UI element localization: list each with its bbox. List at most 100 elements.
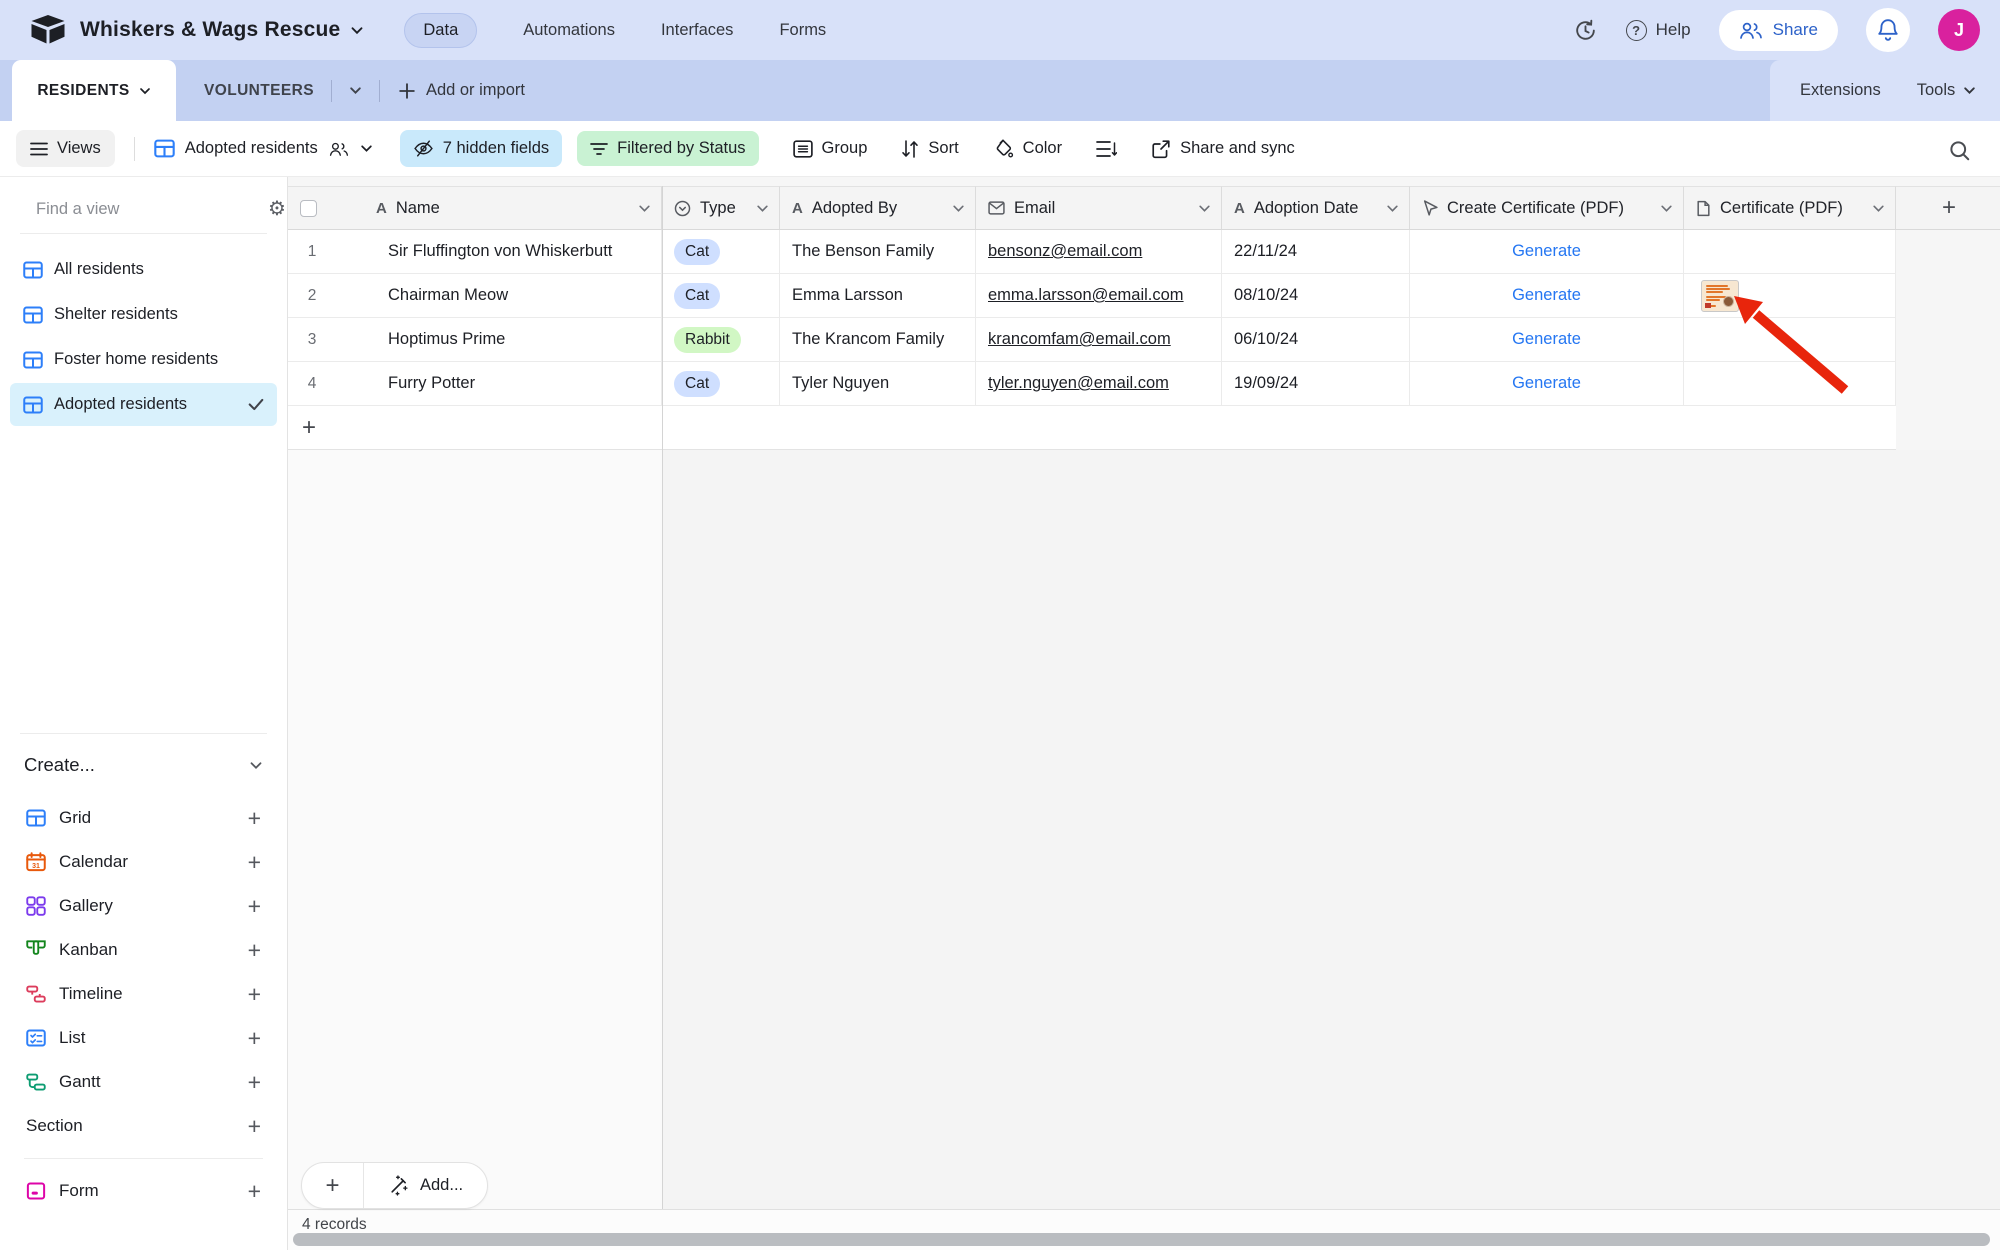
type-chip[interactable]: Rabbit (674, 326, 741, 353)
chevron-down-icon[interactable] (1386, 204, 1399, 213)
create-grid[interactable]: Grid + (20, 796, 267, 840)
plus-icon[interactable]: + (248, 981, 261, 1008)
plus-icon[interactable]: + (248, 937, 261, 964)
create-gantt[interactable]: Gantt + (20, 1060, 267, 1104)
cell-adoption-date[interactable]: 19/09/24 (1234, 374, 1298, 393)
group-button[interactable]: Group (792, 139, 867, 159)
row-height-button[interactable] (1096, 139, 1118, 159)
create-list[interactable]: List + (20, 1016, 267, 1060)
cell-certificate[interactable] (1684, 230, 1896, 274)
extensions-button[interactable]: Extensions (1800, 81, 1881, 100)
gear-icon[interactable]: ⚙ (268, 199, 286, 219)
column-header-certificate[interactable]: Certificate (PDF) (1684, 186, 1896, 230)
plus-icon[interactable]: + (248, 1025, 261, 1052)
column-header-email[interactable]: Email (976, 186, 1222, 230)
table-row[interactable]: 2 Chairman Meow Cat Emma Larsson emma.lar… (288, 274, 1896, 318)
chevron-down-icon[interactable] (756, 204, 769, 213)
generate-button[interactable]: Generate (1512, 242, 1581, 261)
select-all-checkbox[interactable] (300, 199, 317, 217)
column-header-adopted-by[interactable]: A Adopted By (780, 186, 976, 230)
tab-data[interactable]: Data (404, 12, 478, 48)
add-record-button[interactable]: + (302, 1163, 364, 1208)
cell-certificate[interactable] (1684, 274, 1896, 318)
sidebar-view-adopted-residents[interactable]: Adopted residents (10, 383, 277, 426)
tools-button[interactable]: Tools (1917, 81, 1977, 100)
sidebar-view-foster-home-residents[interactable]: Foster home residents (10, 338, 277, 381)
plus-icon[interactable]: + (248, 893, 261, 920)
generate-button[interactable]: Generate (1512, 374, 1581, 393)
plus-icon[interactable]: + (248, 1113, 261, 1140)
email-link[interactable]: emma.larsson@email.com (988, 286, 1184, 305)
tab-forms[interactable]: Forms (779, 21, 826, 40)
history-icon[interactable] (1573, 18, 1598, 43)
certificate-thumbnail[interactable] (1701, 279, 1739, 312)
tab-automations[interactable]: Automations (523, 21, 615, 40)
current-view-button[interactable]: Adopted residents (153, 138, 373, 159)
chevron-down-icon[interactable] (139, 87, 151, 95)
column-header-type[interactable]: Type (662, 186, 780, 230)
plus-icon[interactable]: + (248, 1178, 261, 1205)
column-header-adoption-date[interactable]: A Adoption Date (1222, 186, 1410, 230)
table-row[interactable]: 3 Hoptimus Prime Rabbit The Krancom Famil… (288, 318, 1896, 362)
sidebar-view-shelter-residents[interactable]: Shelter residents (10, 293, 277, 336)
cell-name[interactable]: Furry Potter (388, 374, 475, 393)
hidden-fields-button[interactable]: 7 hidden fields (399, 130, 563, 167)
email-link[interactable]: tyler.nguyen@email.com (988, 374, 1169, 393)
create-timeline[interactable]: Timeline + (20, 972, 267, 1016)
cell-adoption-date[interactable]: 06/10/24 (1234, 330, 1298, 349)
type-chip[interactable]: Cat (674, 370, 721, 397)
views-button[interactable]: Views (16, 130, 115, 167)
create-kanban[interactable]: Kanban + (20, 928, 267, 972)
create-section[interactable]: Section + (20, 1104, 267, 1148)
chevron-down-icon[interactable] (350, 26, 364, 35)
help-button[interactable]: ? Help (1625, 19, 1691, 41)
add-or-import-button[interactable]: Add or import (399, 81, 525, 100)
cell-name[interactable]: Hoptimus Prime (388, 330, 505, 349)
filter-button[interactable]: Filtered by Status (577, 131, 759, 166)
cell-name[interactable]: Sir Fluffington von Whiskerbutt (388, 242, 612, 261)
plus-icon[interactable]: + (248, 805, 261, 832)
generate-button[interactable]: Generate (1512, 286, 1581, 305)
cell-adoption-date[interactable]: 22/11/24 (1234, 242, 1297, 261)
find-view-input[interactable] (36, 199, 256, 219)
chevron-down-icon[interactable] (1872, 204, 1885, 213)
notifications-button[interactable] (1866, 8, 1910, 52)
search-icon[interactable] (1947, 138, 1972, 163)
add-row-button[interactable]: + (288, 406, 1896, 450)
cell-adopted-by[interactable]: Emma Larsson (792, 286, 903, 305)
table-row[interactable]: 1 Sir Fluffington von Whiskerbutt Cat The… (288, 230, 1896, 274)
cell-adopted-by[interactable]: The Krancom Family (792, 330, 944, 349)
chevron-down-icon[interactable] (1198, 204, 1211, 213)
create-form[interactable]: Form + (20, 1169, 267, 1213)
table-tab-residents[interactable]: RESIDENTS (12, 60, 176, 121)
cell-adoption-date[interactable]: 08/10/24 (1234, 286, 1298, 305)
add-field-button[interactable]: + (1896, 186, 2000, 230)
type-chip[interactable]: Cat (674, 238, 721, 265)
cell-adopted-by[interactable]: The Benson Family (792, 242, 934, 261)
table-row[interactable]: 4 Furry Potter Cat Tyler Nguyen tyler.ngu… (288, 362, 1896, 406)
plus-icon[interactable]: + (248, 849, 261, 876)
chevron-down-icon[interactable] (1660, 204, 1673, 213)
create-gallery[interactable]: Gallery + (20, 884, 267, 928)
create-header[interactable]: Create... (20, 754, 267, 776)
column-header-create-certificate[interactable]: Create Certificate (PDF) (1410, 186, 1684, 230)
column-header-name[interactable]: A Name (288, 186, 662, 230)
avatar[interactable]: J (1938, 9, 1980, 51)
sidebar-view-all-residents[interactable]: All residents (10, 248, 277, 291)
create-calendar[interactable]: 31 Calendar + (20, 840, 267, 884)
cell-certificate[interactable] (1684, 318, 1896, 362)
chevron-down-icon[interactable] (952, 204, 965, 213)
horizontal-scrollbar[interactable] (293, 1233, 1990, 1246)
email-link[interactable]: krancomfam@email.com (988, 330, 1171, 349)
color-button[interactable]: Color (993, 138, 1062, 159)
share-button[interactable]: Share (1718, 9, 1838, 51)
chevron-down-icon[interactable] (638, 204, 651, 213)
table-tab-volunteers[interactable]: VOLUNTEERS (204, 82, 314, 100)
cell-adopted-by[interactable]: Tyler Nguyen (792, 374, 889, 393)
cell-certificate[interactable] (1684, 362, 1896, 406)
tab-interfaces[interactable]: Interfaces (661, 21, 733, 40)
plus-icon[interactable]: + (248, 1069, 261, 1096)
sort-button[interactable]: Sort (901, 139, 959, 159)
chevron-down-icon[interactable] (349, 86, 362, 95)
base-title[interactable]: Whiskers & Wags Rescue (80, 18, 340, 42)
